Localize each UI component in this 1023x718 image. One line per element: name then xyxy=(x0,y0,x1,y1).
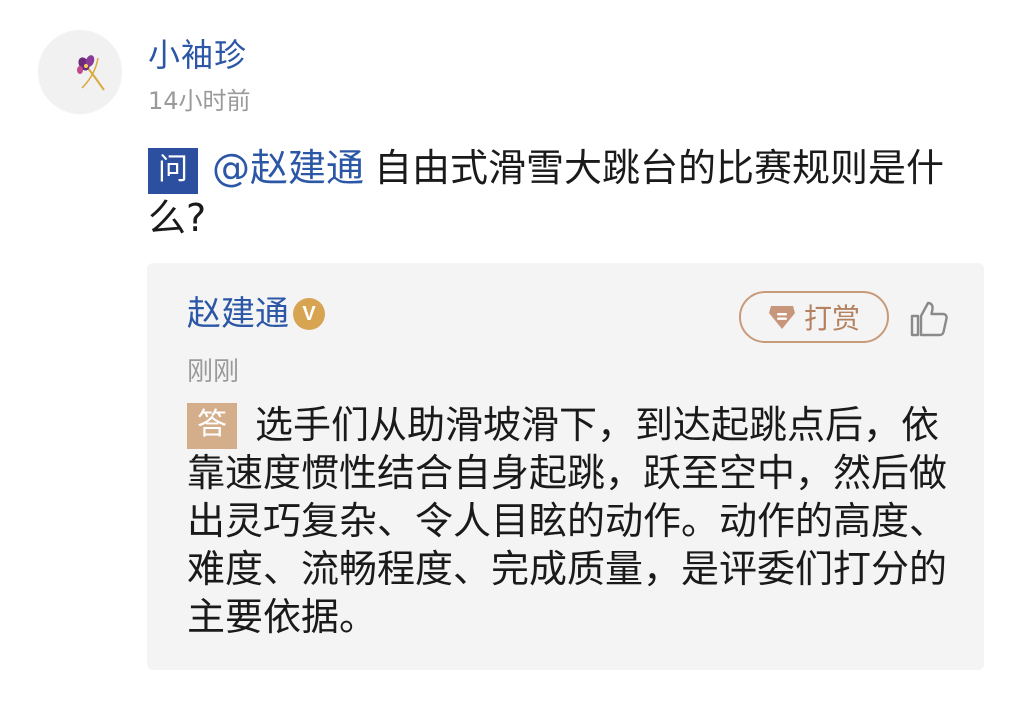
mention-link[interactable]: @赵建通 xyxy=(212,146,364,190)
post-time: 14小时前 xyxy=(148,87,251,115)
reward-label: 打赏 xyxy=(803,303,860,334)
gem-icon xyxy=(768,306,795,329)
thumbs-up-icon xyxy=(910,301,948,337)
user-name[interactable]: 小袖珍 xyxy=(148,34,247,76)
answer-card: 赵建通 V 打赏 刚刚 答选手们从助滑坡滑下，到达起跳点后，依靠速度惯性结合自身… xyxy=(147,263,984,670)
answer-text: 选手们从助滑坡滑下，到达起跳点后，依靠速度惯性结合自身起跳，跃至空中，然后做出灵… xyxy=(187,403,948,639)
verified-icon: V xyxy=(293,298,325,330)
answer-badge: 答 xyxy=(187,403,237,449)
question-badge: 问 xyxy=(148,148,198,194)
like-button[interactable] xyxy=(907,297,951,341)
answer-time: 刚刚 xyxy=(187,357,240,387)
reward-button[interactable]: 打赏 xyxy=(739,291,889,343)
answerer-name[interactable]: 赵建通 xyxy=(187,291,289,337)
qa-post: 小袖珍 14小时前 问 @赵建通 自由式滑雪大跳台的比赛规则是什么? 赵建通 V 打… xyxy=(0,0,1023,718)
avatar[interactable] xyxy=(38,30,122,114)
answer-body: 答选手们从助滑坡滑下，到达起跳点后，依靠速度惯性结合自身起跳，跃至空中，然后做出… xyxy=(187,401,957,641)
question: 问 @赵建通 自由式滑雪大跳台的比赛规则是什么? xyxy=(148,144,948,242)
answerer-row: 赵建通 V xyxy=(187,291,325,337)
flower-avatar-image xyxy=(38,30,122,114)
